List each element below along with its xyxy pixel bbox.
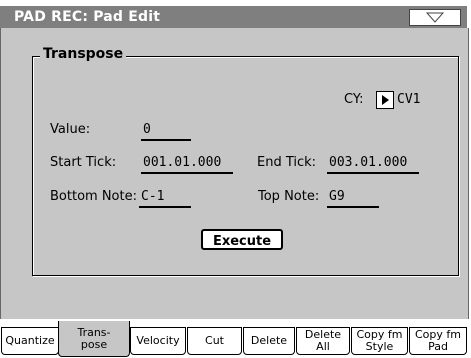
play-triangle-icon [382,95,389,105]
bottom-note-field[interactable]: C-1 [139,189,191,208]
execute-button[interactable]: Execute [201,229,283,250]
triangle-down-icon [425,12,445,23]
bottom-note-label: Bottom Note: [50,189,137,204]
tab-delete[interactable]: Delete [243,327,295,355]
tab-copy-fm-style[interactable]: Copy fm Style [351,327,408,355]
end-tick-field[interactable]: 003.01.000 [327,155,419,174]
tab-velocity[interactable]: Velocity [130,327,186,355]
page-title: PAD REC: Pad Edit [14,9,161,25]
cy-label: CY: [344,92,364,107]
value-label: Value: [50,122,91,137]
top-note-field[interactable]: G9 [327,189,379,208]
top-note-label: Top Note: [258,189,320,204]
tab-bar: Quantize Trans- pose Velocity Cut Delete… [0,319,467,358]
tab-transpose[interactable]: Trans- pose [58,321,130,357]
group-title: Transpose [40,46,127,62]
value-field[interactable]: 0 [141,122,191,141]
start-tick-field[interactable]: 001.01.000 [141,155,233,174]
end-tick-label: End Tick: [257,155,317,170]
tab-cut[interactable]: Cut [187,327,242,355]
page-menu-button[interactable] [409,9,461,26]
pad-edit-screen: PAD REC: Pad Edit Transpose CY: CV1 Valu… [0,0,471,358]
cy-value: CV1 [397,92,421,107]
cy-selector-button[interactable] [376,91,394,109]
tab-quantize[interactable]: Quantize [1,327,59,355]
tab-copy-fm-pad[interactable]: Copy fm Pad [409,327,467,355]
title-bar: PAD REC: Pad Edit [0,6,467,29]
tab-delete-all[interactable]: Delete All [296,327,350,355]
start-tick-label: Start Tick: [50,155,117,170]
